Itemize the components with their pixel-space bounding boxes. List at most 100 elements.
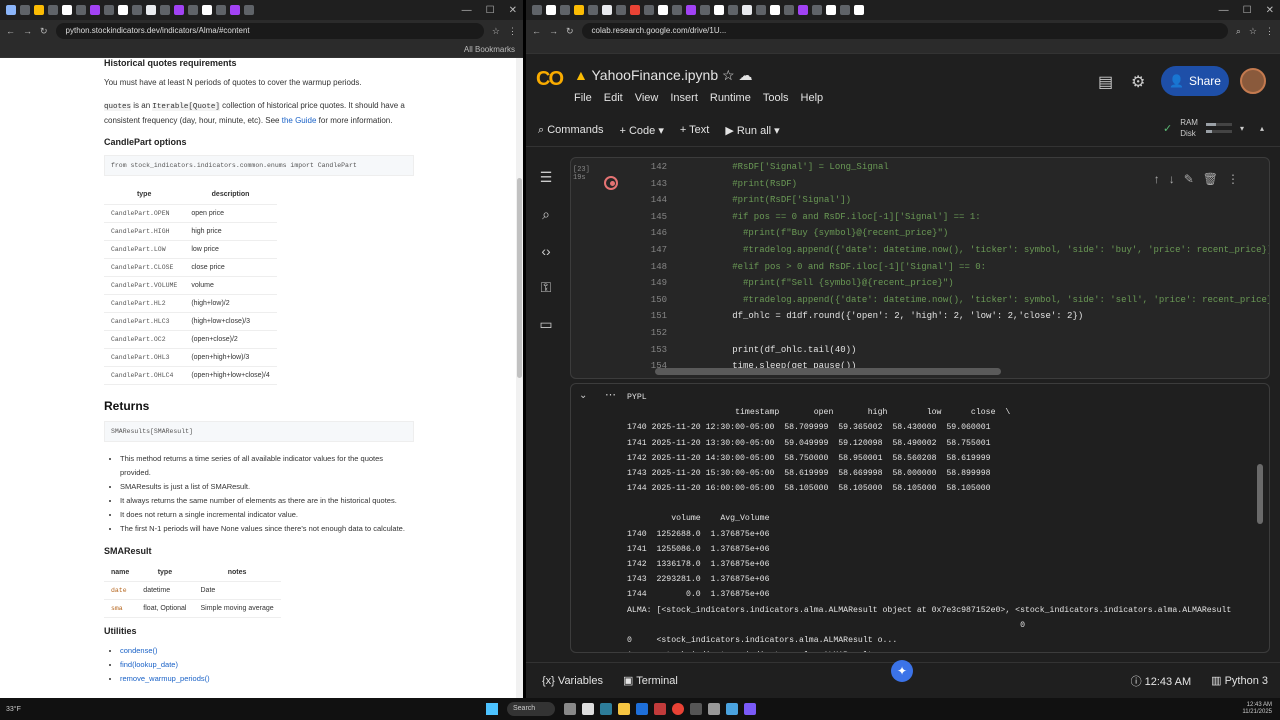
commands-button[interactable]: ⌕ Commands — [538, 124, 603, 137]
windows-start-icon[interactable] — [486, 703, 498, 715]
runtime-time[interactable]: ⓘ 12:43 AM — [1131, 673, 1192, 689]
terminal-button[interactable]: ▣ Terminal — [623, 674, 678, 687]
page-scrollbar[interactable] — [516, 58, 523, 698]
clock[interactable]: 12:43 AM 11/21/2025 — [1242, 702, 1272, 716]
browser-tab[interactable] — [188, 5, 198, 15]
menu-icon[interactable]: ⋮ — [508, 26, 517, 37]
collapse-output-icon[interactable]: ⌄ — [579, 390, 587, 401]
star-icon[interactable]: ☆ — [492, 26, 500, 37]
browser-tab[interactable] — [132, 5, 142, 15]
menu-item-tools[interactable]: Tools — [763, 92, 789, 104]
url-field[interactable]: colab.research.google.com/drive/1U... — [581, 23, 1228, 39]
browser-tab[interactable] — [700, 5, 710, 15]
browser-tab[interactable] — [658, 5, 668, 15]
browser-tab[interactable] — [244, 5, 254, 15]
app-icon[interactable] — [654, 703, 666, 715]
utility-link[interactable]: remove_warmup_periods() — [120, 674, 210, 683]
close-icon[interactable]: ✕ — [1266, 5, 1274, 16]
browser-tab[interactable] — [686, 5, 696, 15]
taskbar-search[interactable]: Search — [507, 702, 555, 716]
browser-tab[interactable] — [784, 5, 794, 15]
horizontal-scrollbar[interactable] — [655, 368, 1001, 375]
tab-strip[interactable]: — ☐ ✕ — [0, 0, 523, 20]
tab-strip[interactable]: — ☐ ✕ — [526, 0, 1280, 20]
code-cell[interactable]: [23] 19s 142 #RsDF['Signal'] = Long_Signa… — [570, 157, 1270, 379]
notebook-title-text[interactable]: YahooFinance.ipynb — [592, 67, 719, 83]
comments-icon[interactable]: ▤ — [1098, 72, 1113, 92]
browser-tab[interactable] — [672, 5, 682, 15]
guide-link[interactable]: the Guide — [282, 116, 317, 125]
run-all-button[interactable]: ▶ Run all ▾ — [725, 124, 779, 137]
forward-icon[interactable]: → — [549, 26, 558, 36]
folder-icon[interactable]: ▭ — [526, 316, 566, 333]
browser-tab[interactable] — [812, 5, 822, 15]
browser-tab[interactable] — [6, 5, 16, 15]
star-icon[interactable]: ☆ — [722, 67, 735, 83]
add-code-button[interactable]: + Code ▾ — [619, 124, 663, 137]
menu-item-edit[interactable]: Edit — [604, 92, 623, 104]
folder-icon[interactable] — [618, 703, 630, 715]
browser-tab[interactable] — [560, 5, 570, 15]
browser-tab[interactable] — [714, 5, 724, 15]
menu-item-help[interactable]: Help — [801, 92, 824, 104]
find-icon[interactable]: ⌕ — [526, 206, 566, 223]
menu-item-file[interactable]: File — [574, 92, 592, 104]
browser-tab[interactable] — [630, 5, 640, 15]
scroll-thumb[interactable] — [517, 178, 522, 378]
menu-item-insert[interactable]: Insert — [670, 92, 698, 104]
all-bookmarks-link[interactable]: All Bookmarks — [464, 45, 515, 54]
maximize-icon[interactable]: ☐ — [1243, 5, 1252, 16]
browser-tab[interactable] — [546, 5, 556, 15]
reload-icon[interactable]: ↻ — [566, 26, 574, 37]
back-icon[interactable]: ← — [6, 26, 15, 36]
minimize-icon[interactable]: — — [462, 5, 472, 16]
browser-tab[interactable] — [840, 5, 850, 15]
share-button[interactable]: 👤 Share — [1161, 66, 1229, 96]
utility-link[interactable]: condense() — [120, 646, 158, 655]
taskview-icon[interactable] — [564, 703, 576, 715]
browser-tab[interactable] — [202, 5, 212, 15]
code-snippets-icon[interactable]: ‹› — [526, 243, 566, 259]
variables-button[interactable]: {x} Variables — [542, 675, 603, 687]
add-text-button[interactable]: + Text — [680, 124, 709, 136]
window-controls[interactable]: — ☐ ✕ — [1219, 5, 1274, 16]
close-icon[interactable]: ✕ — [509, 5, 517, 16]
browser-tab[interactable] — [76, 5, 86, 15]
key-icon[interactable]: ⚿ — [526, 279, 566, 296]
app-icon[interactable] — [726, 703, 738, 715]
browser-tab[interactable] — [48, 5, 58, 15]
chevron-down-icon[interactable]: ▾ — [1240, 124, 1244, 133]
browser-tab[interactable] — [118, 5, 128, 15]
code-editor[interactable]: 142 #RsDF['Signal'] = Long_Signal 143 #pr… — [631, 159, 1269, 375]
browser-tab[interactable] — [644, 5, 654, 15]
browser-tab[interactable] — [798, 5, 808, 15]
chrome-icon[interactable] — [672, 703, 684, 715]
back-icon[interactable]: ← — [532, 26, 541, 36]
reload-icon[interactable]: ↻ — [40, 26, 48, 37]
browser-tab[interactable] — [728, 5, 738, 15]
move-up-icon[interactable]: ↑ — [1154, 172, 1160, 186]
app-icon[interactable] — [690, 703, 702, 715]
menu-item-view[interactable]: View — [635, 92, 659, 104]
trash-icon[interactable]: 🗑 — [1203, 172, 1218, 186]
browser-tab[interactable] — [90, 5, 100, 15]
stop-cell-button[interactable] — [604, 176, 618, 190]
toc-icon[interactable]: ☰ — [526, 169, 566, 186]
browser-tab[interactable] — [854, 5, 864, 15]
window-controls[interactable]: — ☐ ✕ — [462, 5, 517, 16]
cloud-icon[interactable]: ☁ — [738, 67, 752, 83]
maximize-icon[interactable]: ☐ — [486, 5, 495, 16]
runtime-type[interactable]: ▥ Python 3 — [1211, 674, 1268, 687]
browser-tab[interactable] — [770, 5, 780, 15]
notebook-title[interactable]: ▲ YahooFinance.ipynb ☆ ☁ — [574, 67, 752, 84]
browser-tab[interactable] — [230, 5, 240, 15]
menu-item-runtime[interactable]: Runtime — [710, 92, 751, 104]
resource-monitor[interactable]: ✓ RAM Disk ▾ ▴ — [1163, 118, 1264, 138]
gemini-icon[interactable]: ✦ — [891, 660, 913, 682]
avatar[interactable] — [1240, 68, 1266, 94]
more-icon[interactable]: ⋮ — [1227, 172, 1239, 186]
chevron-up-icon[interactable]: ▴ — [1260, 124, 1264, 133]
minimize-icon[interactable]: — — [1219, 5, 1229, 16]
browser-tab[interactable] — [174, 5, 184, 15]
star-icon[interactable]: ☆ — [1249, 26, 1257, 37]
